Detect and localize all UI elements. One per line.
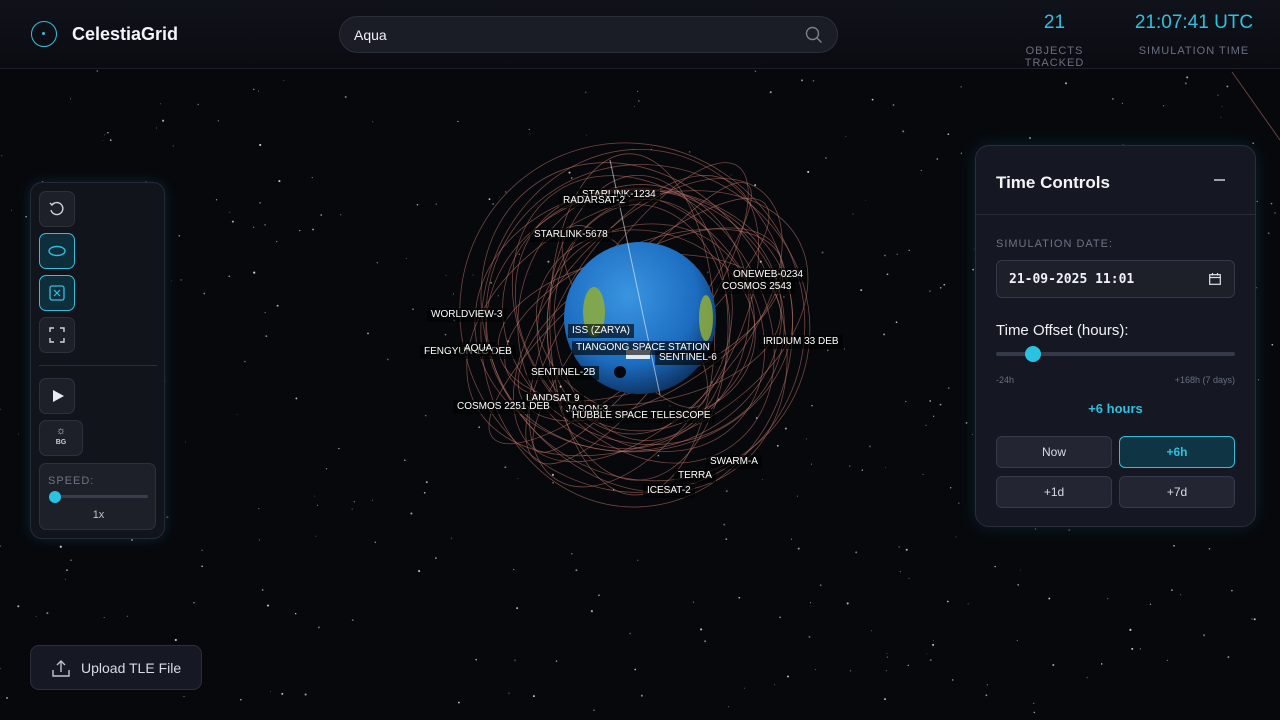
- sat-label[interactable]: COSMOS 2251 DEB: [453, 400, 554, 414]
- offset-min-label: -24h: [996, 375, 1015, 385]
- sat-label[interactable]: STARLINK-5678: [530, 228, 612, 242]
- search-icon[interactable]: [805, 26, 823, 44]
- app-title: CelestiaGrid: [72, 24, 179, 44]
- speed-control: SPEED: 1x: [39, 463, 156, 530]
- background-toggle-label: BG: [55, 439, 67, 446]
- reset-view-button[interactable]: [39, 191, 75, 227]
- plus-6h-button[interactable]: +6h: [1119, 436, 1235, 468]
- sat-label[interactable]: ICESAT-2: [643, 484, 695, 498]
- sat-label[interactable]: SENTINEL-6: [655, 351, 721, 365]
- plus-1d-button[interactable]: +1d: [996, 476, 1112, 508]
- search-input[interactable]: [354, 25, 794, 45]
- sat-label[interactable]: COSMOS 2543: [718, 280, 796, 294]
- simulation-date-value: 21-09-2025 11:01: [1009, 272, 1135, 287]
- upload-icon: [52, 660, 70, 677]
- toolbar-divider: [39, 365, 157, 366]
- play-button[interactable]: [39, 378, 75, 414]
- background-toggle-icon: ☼: [55, 425, 67, 437]
- objects-tracked-stat: 21 OBJECTS TRACKED: [1001, 12, 1108, 69]
- sat-label[interactable]: TERRA: [674, 469, 716, 483]
- upload-label: Upload TLE File: [81, 660, 182, 676]
- close-box-icon: [49, 285, 65, 301]
- time-offset-label: Time Offset (hours):: [996, 322, 1129, 339]
- speed-slider-track[interactable]: [51, 495, 148, 498]
- panel-divider: [976, 214, 1255, 215]
- background-toggle-button[interactable]: ☼ BG: [39, 420, 83, 456]
- top-header: CelestiaGrid 21 OBJECTS TRACKED 21:07:41…: [0, 0, 1280, 69]
- objects-tracked-label: OBJECTS TRACKED: [1024, 45, 1085, 69]
- time-offset-value: +6 hours: [1088, 401, 1143, 416]
- sat-label[interactable]: SENTINEL-2B: [527, 366, 600, 380]
- offset-max-label: +168h (7 days): [1174, 375, 1235, 385]
- logo-icon: [31, 21, 57, 47]
- time-controls-panel: Time Controls SIMULATION DATE: 21-09-202…: [975, 145, 1256, 527]
- search-bar[interactable]: [339, 16, 838, 53]
- simulation-date-label: SIMULATION DATE:: [996, 238, 1114, 250]
- speed-label: SPEED:: [48, 475, 95, 487]
- simulation-date-input[interactable]: 21-09-2025 11:01: [996, 260, 1235, 298]
- speed-slider-thumb[interactable]: [49, 491, 61, 503]
- fullscreen-button[interactable]: [39, 317, 75, 353]
- sat-label[interactable]: HUBBLE SPACE TELESCOPE: [568, 409, 715, 423]
- time-controls-title: Time Controls: [996, 173, 1110, 192]
- reset-view-icon: [49, 201, 64, 216]
- plus-7d-button[interactable]: +7d: [1119, 476, 1235, 508]
- fullscreen-icon: [49, 327, 65, 343]
- sat-label[interactable]: RADARSAT-2: [559, 194, 630, 208]
- sat-label[interactable]: SWARM-A: [706, 455, 762, 469]
- sat-label[interactable]: AQUA: [460, 342, 497, 356]
- sat-label[interactable]: ISS (ZARYA): [568, 324, 634, 338]
- view-toolbar: ☼ BG SPEED: 1x: [30, 182, 165, 539]
- objects-tracked-value: 21: [1043, 12, 1066, 33]
- collapse-icon[interactable]: [1214, 179, 1225, 181]
- simulation-time-value: 21:07:41 UTC: [1134, 12, 1254, 33]
- label-toggle-button[interactable]: [39, 275, 75, 311]
- now-button[interactable]: Now: [996, 436, 1112, 468]
- upload-tle-button[interactable]: Upload TLE File: [30, 645, 202, 690]
- orbit-toggle-button[interactable]: [39, 233, 75, 269]
- sat-label[interactable]: WORLDVIEW-3: [427, 308, 507, 322]
- time-offset-slider-thumb[interactable]: [1025, 346, 1042, 362]
- calendar-icon[interactable]: [1209, 273, 1221, 285]
- sat-label[interactable]: IRIDIUM 33 DEB: [759, 335, 843, 349]
- simulation-time-label: SIMULATION TIME: [1138, 45, 1250, 57]
- orbit-toggle-icon: [48, 245, 66, 257]
- simulation-time-stat: 21:07:41 UTC SIMULATION TIME: [1134, 12, 1254, 57]
- speed-value: 1x: [92, 509, 105, 521]
